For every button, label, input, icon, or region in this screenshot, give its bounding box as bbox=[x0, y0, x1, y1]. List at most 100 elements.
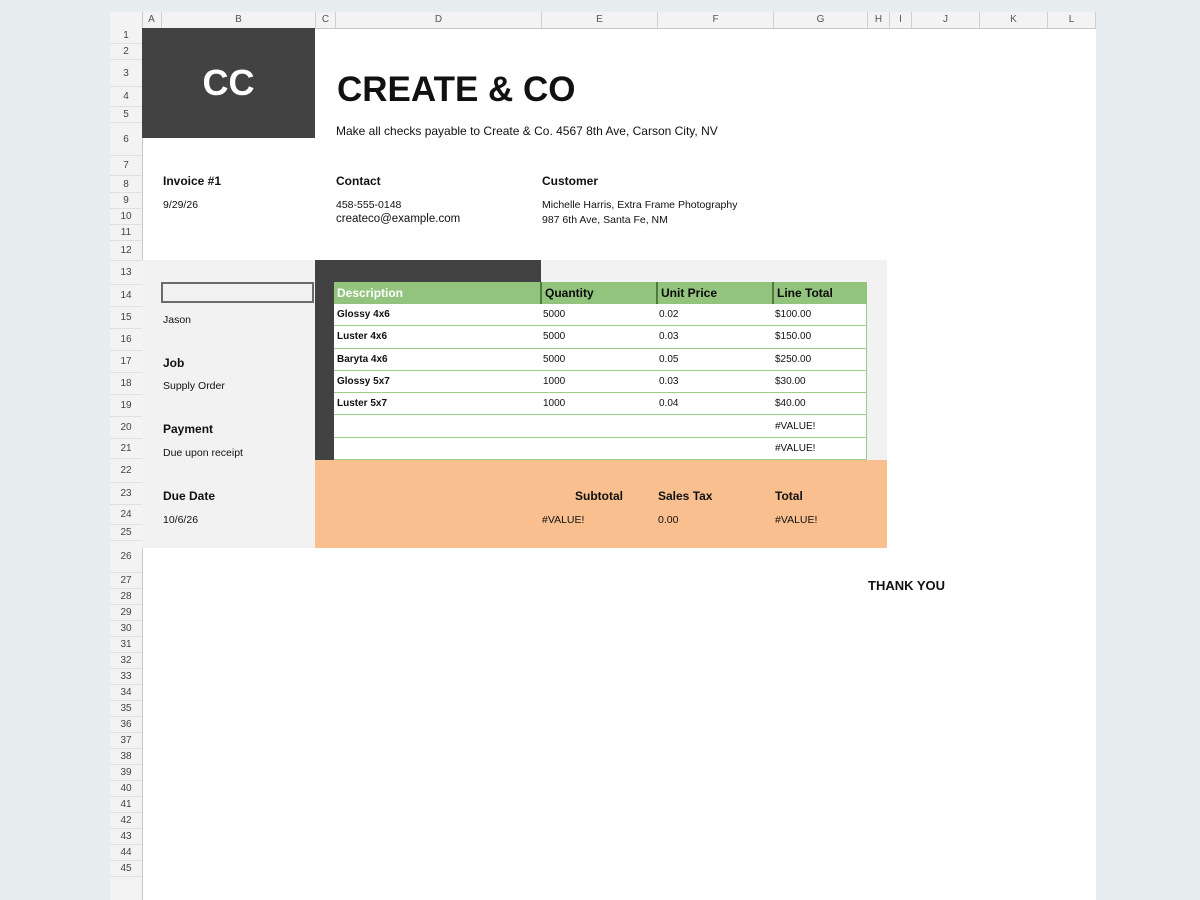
row-header-1[interactable]: 1 bbox=[110, 28, 142, 44]
table-cell-line-total[interactable]: $250.00 bbox=[772, 349, 867, 371]
column-header-i[interactable]: I bbox=[890, 12, 912, 28]
row-header-41[interactable]: 41 bbox=[110, 797, 142, 813]
table-cell-quantity[interactable]: 5000 bbox=[540, 326, 656, 349]
row-header-38[interactable]: 38 bbox=[110, 749, 142, 765]
table-header-unit-price[interactable]: Unit Price bbox=[656, 282, 773, 304]
table-cell-quantity[interactable]: 5000 bbox=[540, 304, 656, 327]
row-header-45[interactable]: 45 bbox=[110, 861, 142, 877]
column-header-h[interactable]: H bbox=[868, 12, 890, 28]
row-header-5[interactable]: 5 bbox=[110, 107, 142, 123]
row-header-25[interactable]: 25 bbox=[110, 525, 142, 541]
row-header-44[interactable]: 44 bbox=[110, 845, 142, 861]
row-header-14[interactable]: 14 bbox=[110, 285, 142, 307]
column-header-a[interactable]: A bbox=[142, 12, 162, 28]
row-header-36[interactable]: 36 bbox=[110, 717, 142, 733]
table-cell-quantity[interactable]: 1000 bbox=[540, 371, 656, 394]
table-cell-unit-price[interactable]: 0.05 bbox=[656, 349, 772, 371]
subtotal-value: #VALUE! bbox=[542, 514, 585, 526]
row-header-11[interactable]: 11 bbox=[110, 225, 142, 241]
column-header-g[interactable]: G bbox=[774, 12, 868, 28]
due-date-value: 10/6/26 bbox=[163, 514, 199, 526]
row-header-28[interactable]: 28 bbox=[110, 589, 142, 605]
row-header-12[interactable]: 12 bbox=[110, 241, 142, 261]
table-cell-description[interactable] bbox=[334, 438, 540, 461]
table-cell-description[interactable] bbox=[334, 416, 540, 438]
table-header-quantity[interactable]: Quantity bbox=[540, 282, 657, 304]
spreadsheet-grid[interactable]: A B C D E F G H I J K L 1 2 3 4 5 6 7 8 9 10 11 12 1… bbox=[110, 12, 1096, 900]
column-header-d[interactable]: D bbox=[336, 12, 542, 28]
column-header-j[interactable]: J bbox=[912, 12, 980, 28]
row-header-33[interactable]: 33 bbox=[110, 669, 142, 685]
row-header-19[interactable]: 19 bbox=[110, 395, 142, 417]
row-header-34[interactable]: 34 bbox=[110, 685, 142, 701]
row-header-8[interactable]: 8 bbox=[110, 176, 142, 193]
row-header-22[interactable]: 22 bbox=[110, 459, 142, 483]
table-cell-quantity[interactable]: 5000 bbox=[540, 349, 656, 371]
table-cell-description[interactable]: Glossy 4x6 bbox=[334, 304, 540, 327]
column-header-b[interactable]: B bbox=[162, 12, 316, 28]
row-header-9[interactable]: 9 bbox=[110, 193, 142, 209]
table-cell-description[interactable]: Baryta 4x6 bbox=[334, 349, 540, 371]
row-header-4[interactable]: 4 bbox=[110, 87, 142, 107]
row-header-23[interactable]: 23 bbox=[110, 483, 142, 505]
contact-phone: 458-555-0148 bbox=[336, 199, 402, 211]
table-cell-line-total[interactable]: $100.00 bbox=[772, 304, 867, 327]
column-header-k[interactable]: K bbox=[980, 12, 1048, 28]
row-header-24[interactable]: 24 bbox=[110, 505, 142, 525]
row-header-39[interactable]: 39 bbox=[110, 765, 142, 781]
salesperson-label: Salesperson bbox=[165, 285, 237, 300]
table-cell-unit-price[interactable]: 0.04 bbox=[656, 393, 772, 416]
table-cell-unit-price[interactable]: 0.03 bbox=[656, 371, 772, 394]
row-header-10[interactable]: 10 bbox=[110, 209, 142, 225]
select-all-corner[interactable] bbox=[110, 12, 143, 28]
row-header-37[interactable]: 37 bbox=[110, 733, 142, 749]
row-header-40[interactable]: 40 bbox=[110, 781, 142, 797]
table-body: Glossy 4x6 5000 0.02 $100.00 Luster 4x6 5000 0… bbox=[334, 304, 867, 461]
row-header-7[interactable]: 7 bbox=[110, 156, 142, 176]
salesperson-value: Jason bbox=[163, 314, 192, 326]
column-header-l[interactable]: L bbox=[1048, 12, 1096, 28]
row-header-27[interactable]: 27 bbox=[110, 573, 142, 589]
row-header-43[interactable]: 43 bbox=[110, 829, 142, 845]
table-cell-unit-price[interactable] bbox=[656, 438, 772, 461]
row-header-26[interactable]: 26 bbox=[110, 541, 142, 573]
table-cell-description[interactable]: Glossy 5x7 bbox=[334, 371, 540, 394]
table-cell-unit-price[interactable]: 0.02 bbox=[656, 304, 772, 327]
row-header-35[interactable]: 35 bbox=[110, 701, 142, 717]
table-cell-quantity[interactable] bbox=[540, 416, 656, 438]
column-header-f[interactable]: F bbox=[658, 12, 774, 28]
row-header-2[interactable]: 2 bbox=[110, 44, 142, 60]
table-cell-quantity[interactable]: 1000 bbox=[540, 393, 656, 416]
table-cell-line-total[interactable]: #VALUE! bbox=[772, 416, 867, 438]
selected-cell-salesperson[interactable]: Salesperson bbox=[161, 282, 314, 303]
row-header-31[interactable]: 31 bbox=[110, 637, 142, 653]
table-header-description[interactable]: Description bbox=[334, 282, 541, 304]
table-cell-description[interactable]: Luster 5x7 bbox=[334, 393, 540, 416]
row-header-17[interactable]: 17 bbox=[110, 351, 142, 373]
row-header-13[interactable]: 13 bbox=[110, 261, 142, 285]
column-header-e[interactable]: E bbox=[542, 12, 658, 28]
row-header-21[interactable]: 21 bbox=[110, 439, 142, 459]
row-header-15[interactable]: 15 bbox=[110, 307, 142, 329]
row-header-18[interactable]: 18 bbox=[110, 373, 142, 395]
row-header-29[interactable]: 29 bbox=[110, 605, 142, 621]
table-cell-line-total[interactable]: $150.00 bbox=[772, 326, 867, 349]
table-cell-quantity[interactable] bbox=[540, 438, 656, 461]
row-header-30[interactable]: 30 bbox=[110, 621, 142, 637]
table-cell-description[interactable]: Luster 4x6 bbox=[334, 326, 540, 349]
row-header-32[interactable]: 32 bbox=[110, 653, 142, 669]
column-header-c[interactable]: C bbox=[316, 12, 336, 28]
row-header-3[interactable]: 3 bbox=[110, 60, 142, 87]
sales-tax-value: 0.00 bbox=[658, 514, 679, 526]
table-cell-line-total[interactable]: $30.00 bbox=[772, 371, 867, 394]
row-header-20[interactable]: 20 bbox=[110, 417, 142, 439]
row-header-6[interactable]: 6 bbox=[110, 123, 142, 156]
row-header-16[interactable]: 16 bbox=[110, 329, 142, 351]
contact-email: createco@example.com bbox=[336, 213, 461, 225]
table-cell-unit-price[interactable]: 0.03 bbox=[656, 326, 772, 349]
table-cell-line-total[interactable]: $40.00 bbox=[772, 393, 867, 416]
table-cell-line-total[interactable]: #VALUE! bbox=[772, 438, 867, 461]
table-cell-unit-price[interactable] bbox=[656, 416, 772, 438]
table-header-line-total[interactable]: Line Total bbox=[772, 282, 867, 304]
row-header-42[interactable]: 42 bbox=[110, 813, 142, 829]
